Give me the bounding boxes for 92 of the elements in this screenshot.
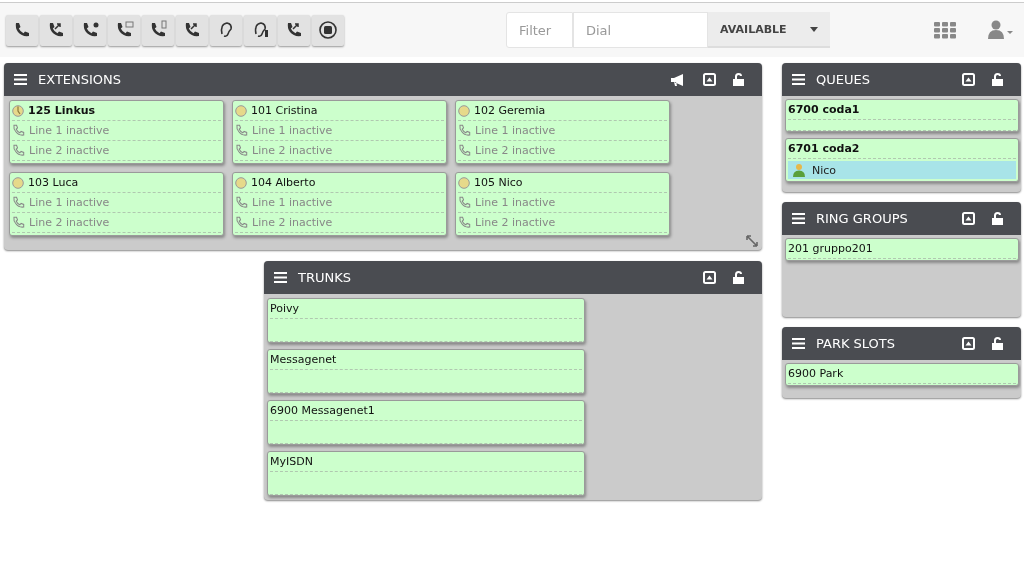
- line-status: Line 1 inactive: [475, 196, 556, 209]
- caret-icon: [810, 26, 818, 32]
- phone-icon: [458, 144, 471, 157]
- dial-field[interactable]: Dial: [573, 12, 708, 48]
- phone-mobile-button[interactable]: [142, 14, 174, 46]
- phone-icon: [235, 144, 248, 157]
- ear-microphone-button[interactable]: [244, 14, 276, 46]
- trunk-card[interactable]: Messagenet: [267, 349, 585, 394]
- line-status: Line 1 inactive: [252, 196, 333, 209]
- menu-icon[interactable]: [792, 338, 805, 349]
- phone-icon: [12, 144, 25, 157]
- extension-name: 102 Geremia: [474, 104, 546, 117]
- item-name: 6900 Park: [788, 367, 844, 380]
- line-status: Line 2 inactive: [29, 144, 110, 157]
- line-status: Line 1 inactive: [252, 124, 333, 137]
- collapse-icon[interactable]: [962, 73, 975, 86]
- park-slot-card[interactable]: 6900 Park: [785, 363, 1019, 386]
- ring-group-card[interactable]: 201 gruppo201: [785, 238, 1019, 261]
- queue-card[interactable]: 6700 coda1: [785, 99, 1019, 132]
- panel-title: TRUNKS: [298, 270, 352, 285]
- ear-button[interactable]: [210, 14, 242, 46]
- collapse-icon[interactable]: [962, 212, 975, 225]
- extension-card[interactable]: 103 Luca Line 1 inactive Line 2 inactive: [9, 172, 224, 236]
- item-name: 201 gruppo201: [788, 242, 873, 255]
- phone-icon: [12, 196, 25, 209]
- collapse-icon[interactable]: [703, 271, 716, 284]
- line-status: Line 2 inactive: [475, 144, 556, 157]
- stop-button[interactable]: [312, 14, 344, 46]
- status-dropdown[interactable]: AVAILABLE: [708, 12, 830, 48]
- line-status: Line 2 inactive: [252, 216, 333, 229]
- menu-icon[interactable]: [792, 74, 805, 85]
- phone-icon: [235, 216, 248, 229]
- line-status: Line 2 inactive: [29, 216, 110, 229]
- panel-title: RING GROUPS: [816, 211, 909, 226]
- extension-name: 105 Nico: [474, 176, 523, 189]
- phone-icon: [458, 216, 471, 229]
- line-status: Line 1 inactive: [475, 124, 556, 137]
- extension-card[interactable]: 104 Alberto Line 1 inactive Line 2 inactive: [232, 172, 447, 236]
- unlock-icon[interactable]: [733, 73, 744, 86]
- phone-icon: [458, 124, 471, 137]
- panel-title: QUEUES: [816, 72, 871, 87]
- unlock-icon[interactable]: [992, 73, 1003, 86]
- phone-button[interactable]: [6, 14, 38, 46]
- resize-icon[interactable]: [746, 235, 758, 247]
- trunk-name: Messagenet: [270, 353, 337, 366]
- menu-icon[interactable]: [14, 74, 27, 85]
- phone-dot-button[interactable]: [74, 14, 106, 46]
- megaphone-icon[interactable]: [671, 73, 686, 86]
- extension-name: 104 Alberto: [251, 176, 316, 189]
- phone-transfer-button[interactable]: [40, 14, 72, 46]
- unlock-icon[interactable]: [992, 212, 1003, 225]
- phone-icon: [235, 196, 248, 209]
- queue-card[interactable]: 6701 coda2 Nico: [785, 138, 1019, 182]
- extension-name: 101 Cristina: [251, 104, 318, 117]
- unlock-icon[interactable]: [733, 271, 744, 284]
- phone-icon: [12, 216, 25, 229]
- extension-card[interactable]: 125 Linkus Line 1 inactive Line 2 inactive: [9, 100, 224, 164]
- trunk-card[interactable]: MyISDN: [267, 451, 585, 496]
- extension-card[interactable]: 101 Cristina Line 1 inactive Line 2 inactive: [232, 100, 447, 164]
- queue-name: 6700 coda1: [788, 103, 860, 116]
- trunk-card[interactable]: 6900 Messagenet1: [267, 400, 585, 445]
- extension-card[interactable]: 102 Geremia Line 1 inactive Line 2 inactive: [455, 100, 670, 164]
- user-menu-icon[interactable]: [988, 20, 1016, 40]
- stop-icon: [318, 20, 338, 40]
- phone-icon: [458, 196, 471, 209]
- menu-icon[interactable]: [792, 213, 805, 224]
- apps-grid-icon[interactable]: [934, 21, 956, 39]
- line-status: Line 2 inactive: [475, 216, 556, 229]
- menu-icon[interactable]: [274, 272, 287, 283]
- panel-title: EXTENSIONS: [38, 72, 123, 87]
- line-status: Line 1 inactive: [29, 196, 110, 209]
- person-icon: [792, 163, 806, 177]
- queue-member[interactable]: Nico: [788, 161, 1016, 179]
- trunk-name: Poivy: [270, 302, 300, 315]
- phone-icon: [12, 124, 25, 137]
- trunk-card[interactable]: Poivy: [267, 298, 585, 343]
- filter-field[interactable]: Filter: [506, 12, 573, 48]
- extension-name: 125 Linkus: [28, 104, 96, 117]
- line-status: Line 1 inactive: [29, 124, 110, 137]
- phone-icon: [235, 124, 248, 137]
- trunk-name: 6900 Messagenet1: [270, 404, 375, 417]
- line-status: Line 2 inactive: [252, 144, 333, 157]
- collapse-icon[interactable]: [703, 73, 716, 86]
- extension-name: 103 Luca: [28, 176, 79, 189]
- collapse-icon[interactable]: [962, 337, 975, 350]
- phone-pickup-button[interactable]: [176, 14, 208, 46]
- panel-title: PARK SLOTS: [816, 336, 897, 351]
- trunk-name: MyISDN: [270, 455, 313, 468]
- extension-card[interactable]: 105 Nico Line 1 inactive Line 2 inactive: [455, 172, 670, 236]
- queue-name: 6701 coda2: [788, 142, 860, 155]
- phone-mail-button[interactable]: [108, 14, 140, 46]
- unlock-icon[interactable]: [992, 337, 1003, 350]
